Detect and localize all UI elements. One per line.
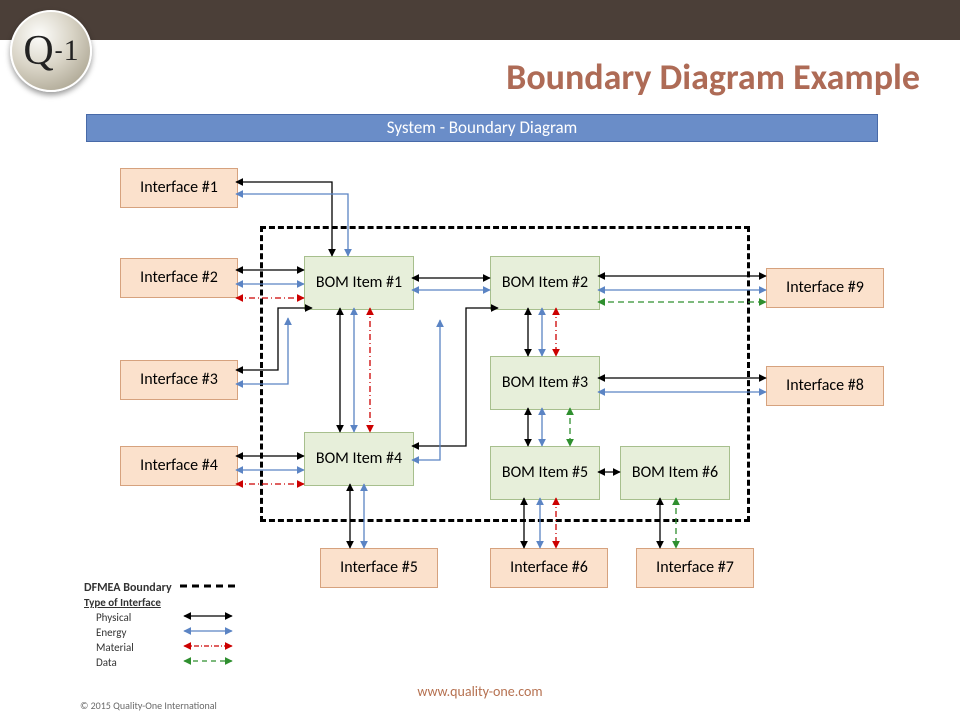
top-bar [0, 0, 960, 40]
logo-q: Q [23, 27, 53, 75]
interface-4: Interface #4 [120, 446, 238, 486]
bom-item-3: BOM Item #3 [490, 356, 600, 410]
interface-2: Interface #2 [120, 258, 238, 298]
legend-energy: Energy [80, 626, 176, 641]
interface-1: Interface #1 [120, 168, 238, 208]
logo-dash: - [55, 38, 63, 65]
legend-material: Material [80, 641, 176, 656]
footer-url: www.quality-one.com [0, 683, 960, 700]
bom-item-1: BOM Item #1 [304, 256, 414, 310]
bom-item-4: BOM Item #4 [304, 432, 414, 486]
interface-8: Interface #8 [766, 366, 884, 406]
copyright: © 2015 Quality-One International [80, 699, 217, 712]
bom-item-6: BOM Item #6 [620, 446, 730, 500]
page-title: Boundary Diagram Example [506, 55, 920, 99]
legend-boundary-label: DFMEA Boundary [80, 580, 176, 596]
logo: Q - 1 [10, 10, 92, 92]
interface-6: Interface #6 [490, 548, 608, 588]
bom-item-5: BOM Item #5 [490, 446, 600, 500]
logo-one: 1 [64, 34, 79, 68]
interface-3: Interface #3 [120, 360, 238, 400]
diagram-banner: System - Boundary Diagram [86, 114, 878, 142]
interface-9: Interface #9 [766, 268, 884, 308]
legend: DFMEA Boundary Type of Interface Physica… [80, 580, 240, 670]
legend-data: Data [80, 656, 176, 671]
legend-subhead: Type of Interface [80, 596, 240, 611]
diagram-canvas: Interface #1 Interface #2 Interface #3 I… [80, 150, 900, 650]
interface-5: Interface #5 [320, 548, 438, 588]
legend-physical: Physical [80, 611, 176, 626]
bom-item-2: BOM Item #2 [490, 256, 600, 310]
interface-7: Interface #7 [636, 548, 754, 588]
